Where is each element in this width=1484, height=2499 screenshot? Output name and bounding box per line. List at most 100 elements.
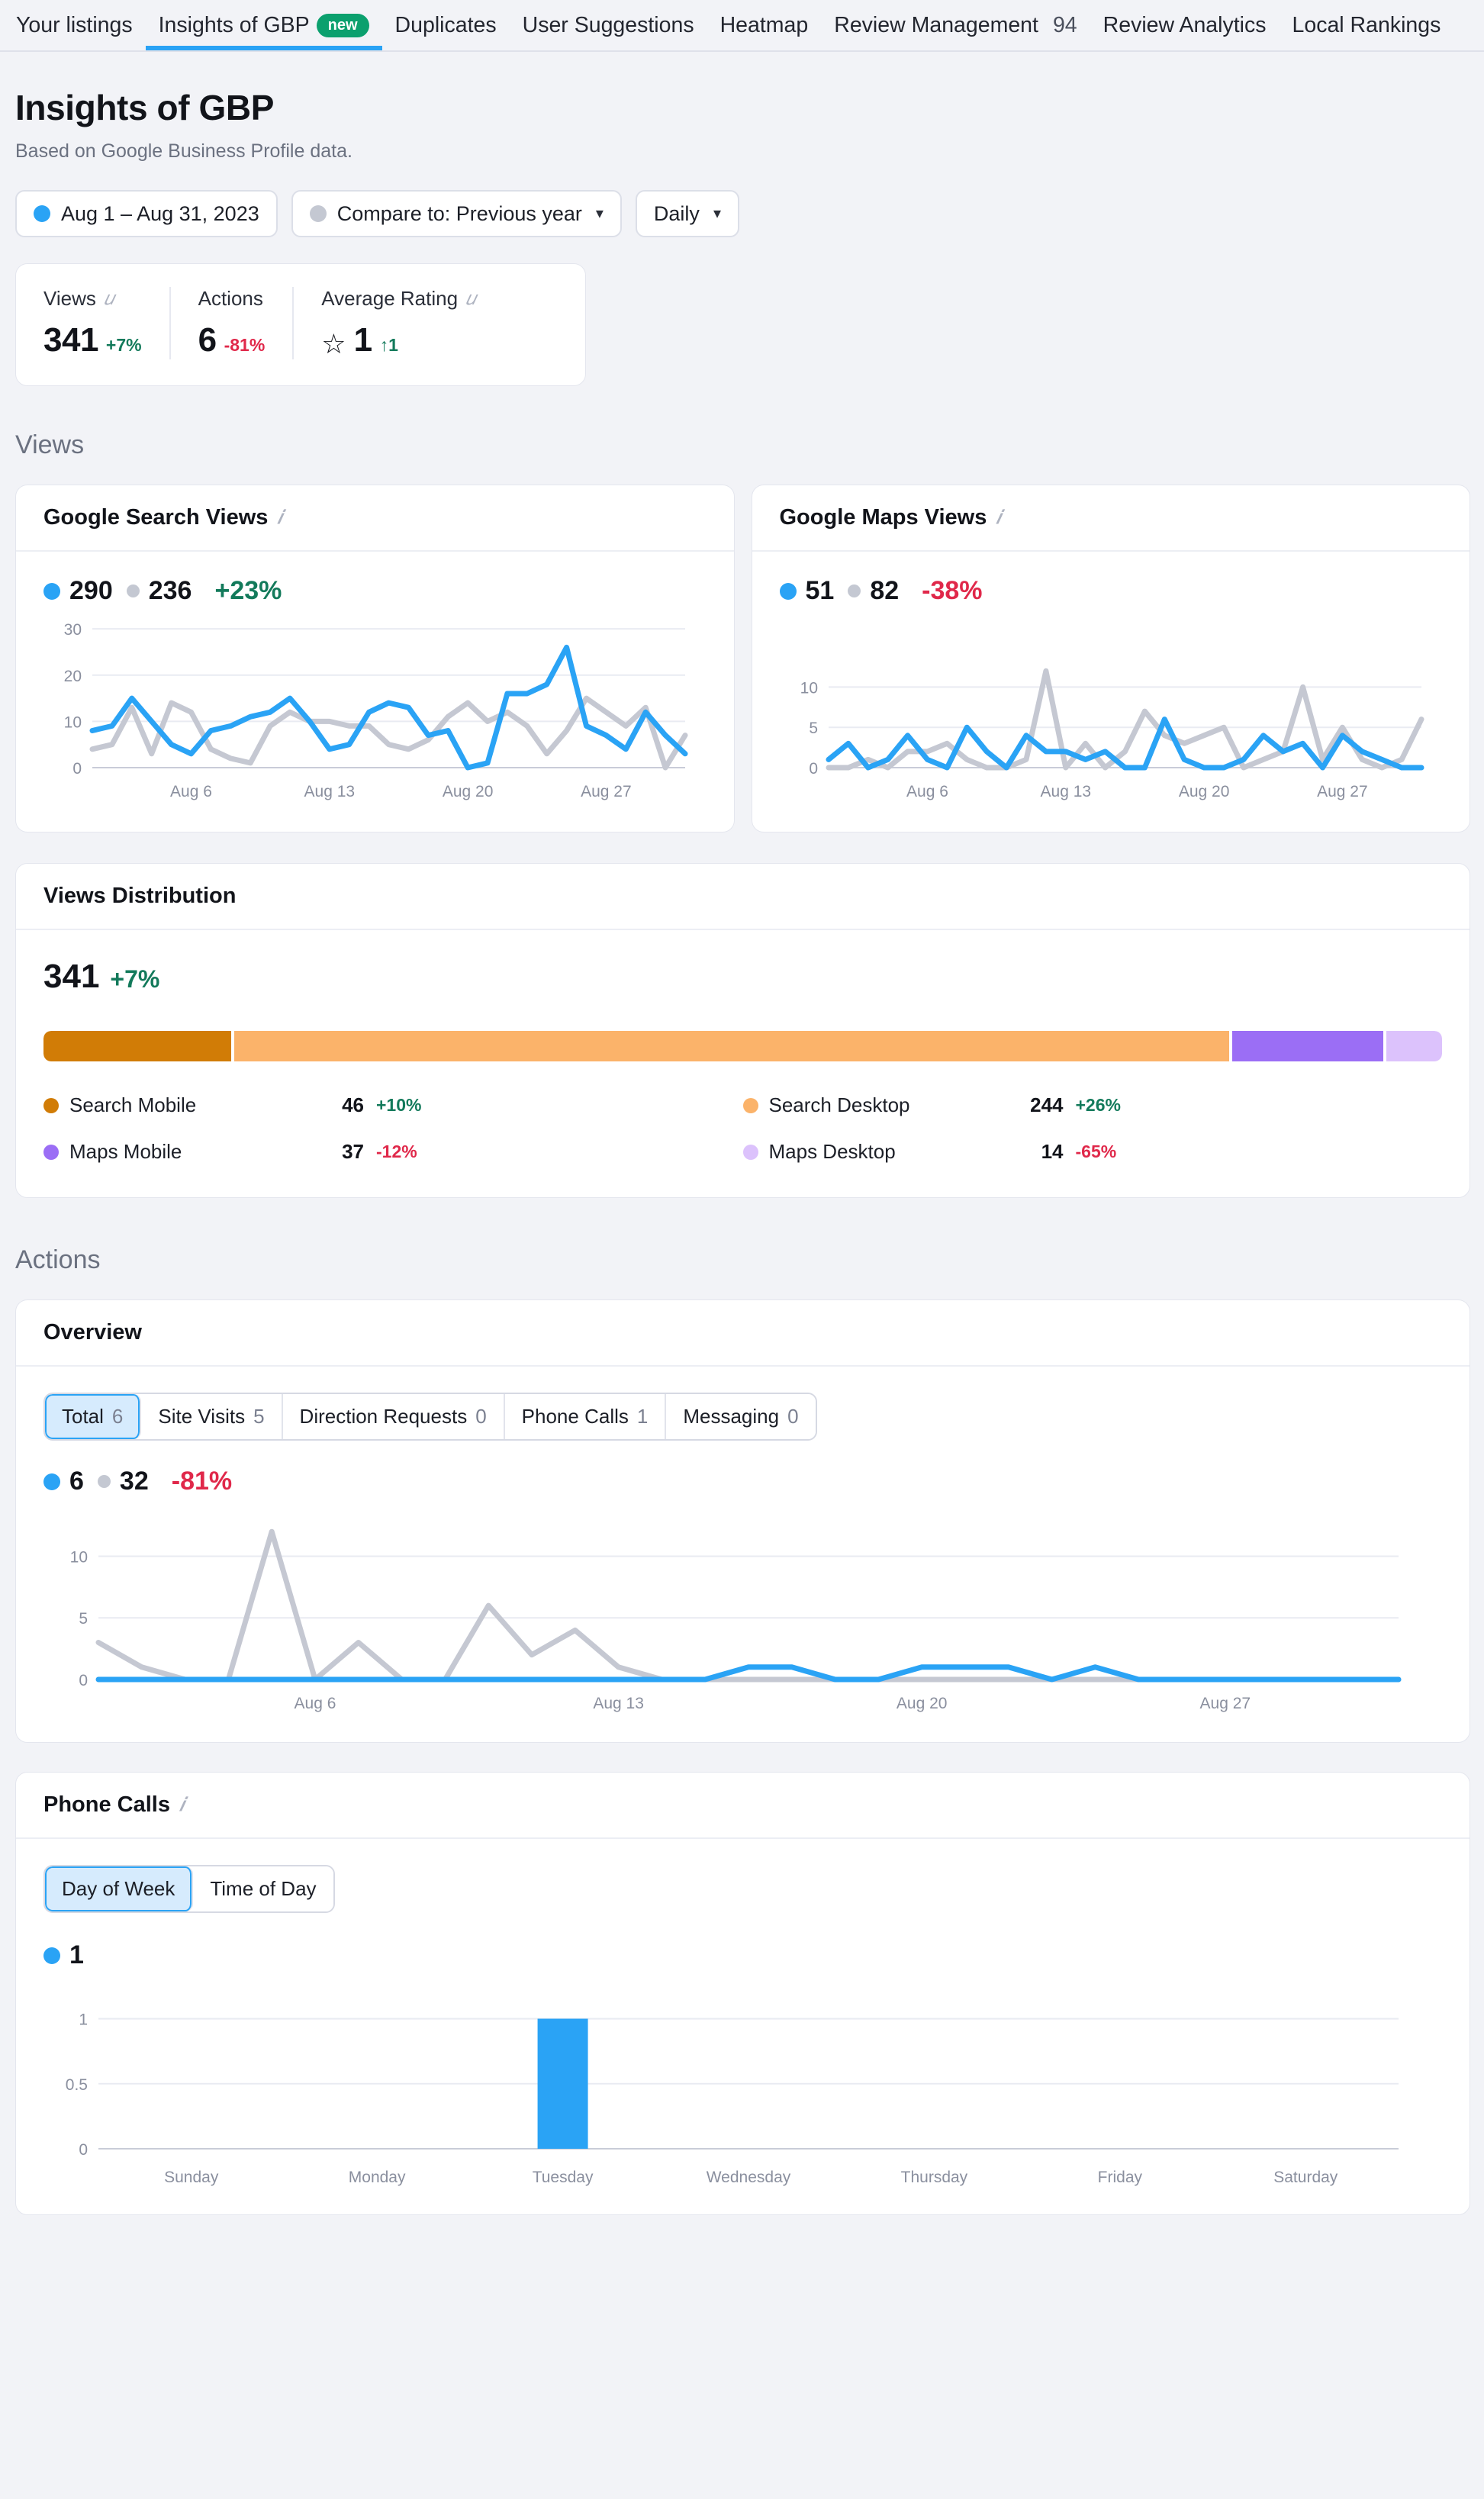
current-period-dot xyxy=(43,582,60,600)
tab-site-visits[interactable]: Site Visits 5 xyxy=(141,1394,283,1439)
nav-item-review-analytics[interactable]: Review Analytics xyxy=(1090,0,1280,50)
chart-svg-google_search_views: 0 10 20 30 Aug 6 Aug 13 Aug 20 Aug 27 xyxy=(64,621,688,800)
granularity-select[interactable]: Daily ▾ xyxy=(635,190,739,237)
kpi-label: Views 𝑢 xyxy=(43,287,142,311)
svg-text:0: 0 xyxy=(79,1672,88,1689)
svg-text:Thursday: Thursday xyxy=(901,2169,968,2186)
legend-current: 290 xyxy=(43,576,113,606)
distribution-legend-item: Maps Mobile 37 -12% xyxy=(43,1140,743,1164)
phone-calls-tab-group: Day of Week Time of Day xyxy=(43,1865,335,1913)
legend-previous: 236 xyxy=(126,576,192,606)
chevron-down-icon: ▾ xyxy=(713,205,721,222)
svg-text:20: 20 xyxy=(64,668,82,685)
svg-text:Aug 6: Aug 6 xyxy=(295,1695,336,1712)
actions-tab-group: Total 6 Site Visits 5 Direction Requests 0 Pho… xyxy=(43,1393,817,1441)
section-heading-actions: Actions xyxy=(15,1245,101,1274)
distribution-legend-value: 46 xyxy=(342,1093,364,1116)
previous-period-dot xyxy=(126,584,140,597)
nav-item-your-listings[interactable]: Your listings xyxy=(3,0,146,50)
info-icon[interactable]: 𝑖 xyxy=(277,507,282,529)
chart-legend: 1 xyxy=(43,1940,1442,1970)
insights-page: Your listings Insights of GBP new Duplicate… xyxy=(0,0,1484,2246)
distribution-segment xyxy=(1231,1031,1384,1061)
info-icon[interactable]: 𝑖 xyxy=(996,507,1001,529)
kpi-value: 6 xyxy=(198,321,217,359)
distribution-total-change: +7% xyxy=(110,965,160,993)
legend-previous-value: 82 xyxy=(870,576,900,605)
svg-text:Aug 13: Aug 13 xyxy=(304,783,356,800)
svg-text:0: 0 xyxy=(72,760,82,778)
chart-legend: 6 32 -81% xyxy=(43,1467,1442,1496)
nav-item-review-management[interactable]: Review Management 94 xyxy=(821,0,1090,50)
nav-item-duplicates[interactable]: Duplicates xyxy=(382,0,510,50)
svg-text:5: 5 xyxy=(79,1610,88,1628)
svg-text:Aug 13: Aug 13 xyxy=(1040,783,1091,800)
legend-current-value: 6 xyxy=(69,1467,84,1496)
svg-text:10: 10 xyxy=(70,1548,88,1566)
svg-text:Aug 20: Aug 20 xyxy=(897,1695,948,1712)
nav-item-user-suggestions[interactable]: User Suggestions xyxy=(510,0,707,50)
tab-phone-calls[interactable]: Phone Calls 1 xyxy=(504,1394,667,1439)
tab-label: Direction Requests xyxy=(299,1405,468,1428)
distribution-segment xyxy=(233,1031,1229,1061)
nav-item-local-rankings[interactable]: Local Rankings xyxy=(1280,0,1454,50)
card-title: Google Maps Views xyxy=(779,505,987,530)
tab-direction-requests[interactable]: Direction Requests 0 xyxy=(282,1394,505,1439)
tab-count: 0 xyxy=(475,1405,487,1428)
distribution-bar xyxy=(43,1031,1442,1061)
distribution-legend-item: Maps Desktop 14 -65% xyxy=(742,1140,1443,1164)
svg-text:Friday: Friday xyxy=(1098,2169,1143,2186)
kpi-label-text: Actions xyxy=(198,287,263,310)
svg-text:Aug 13: Aug 13 xyxy=(593,1695,644,1712)
kpi-value-row: 341 +7% xyxy=(43,321,142,359)
distribution-segment xyxy=(43,1031,231,1061)
svg-text:10: 10 xyxy=(64,713,82,731)
legend-previous: 82 xyxy=(848,576,899,606)
info-icon[interactable]: 𝑖 xyxy=(179,1795,185,1816)
star-icon: ☆ xyxy=(321,328,346,359)
kpi-label: Average Rating 𝑢 xyxy=(321,287,475,311)
current-period-dot xyxy=(34,205,50,222)
nav-item-heatmap[interactable]: Heatmap xyxy=(707,0,822,50)
kpi-label-text: Average Rating xyxy=(321,287,459,310)
nav-item-label: Local Rankings xyxy=(1292,12,1441,37)
svg-text:10: 10 xyxy=(800,679,817,697)
bar-chart-phone-calls: 0 0.5 1 Sunday Monday Tuesday Wednesday Thursda… xyxy=(43,1970,1442,2199)
legend-previous: 32 xyxy=(97,1467,149,1496)
card-title: Overview xyxy=(43,1320,142,1345)
kpi-value: 1 xyxy=(353,321,372,359)
distribution-legend-label: Search Mobile xyxy=(69,1093,197,1116)
info-icon[interactable]: 𝑢 xyxy=(104,288,114,310)
date-range-picker[interactable]: Aug 1 – Aug 31, 2023 xyxy=(15,190,278,237)
color-swatch-icon xyxy=(43,1144,59,1160)
current-period-dot xyxy=(43,1947,60,1964)
tab-total[interactable]: Total 6 xyxy=(45,1394,142,1439)
kpi-value-row: ☆ 1 ↑1 xyxy=(321,321,475,359)
legend-current: 6 xyxy=(43,1467,84,1496)
legend-current-value: 290 xyxy=(69,576,113,605)
tab-time-of-day[interactable]: Time of Day xyxy=(193,1866,333,1911)
actions-overview-card: Overview Total 6 Site Visits 5 Direction Req… xyxy=(15,1299,1470,1743)
distribution-legend-delta: -12% xyxy=(376,1142,417,1161)
tab-label: Time of Day xyxy=(210,1877,317,1900)
previous-period-dot xyxy=(848,584,861,597)
tab-label: Phone Calls xyxy=(521,1405,629,1428)
svg-text:Wednesday: Wednesday xyxy=(707,2169,791,2186)
tab-label: Total xyxy=(62,1405,104,1428)
tab-day-of-week[interactable]: Day of Week xyxy=(45,1866,194,1911)
tab-messaging[interactable]: Messaging 0 xyxy=(666,1394,816,1439)
legend-current: 51 xyxy=(779,576,834,606)
info-icon[interactable]: 𝑢 xyxy=(465,288,475,310)
distribution-segment xyxy=(1386,1031,1442,1061)
distribution-legend-value: 37 xyxy=(342,1140,364,1163)
page-title: Insights of GBP xyxy=(15,88,275,127)
chart-svg-google_maps_views: 0 5 10 Aug 6 Aug 13 Aug 20 Aug 27 xyxy=(800,668,1424,800)
compare-period-select[interactable]: Compare to: Previous year ▾ xyxy=(291,190,622,237)
tab-count: 5 xyxy=(253,1405,265,1428)
color-swatch-icon xyxy=(742,1097,758,1113)
kpi-delta: +7% xyxy=(105,335,142,355)
line-chart-google-search-views: 0 10 20 30 Aug 6 Aug 13 Aug 20 Aug 27 xyxy=(43,606,707,812)
nav-item-insights-of-gbp[interactable]: Insights of GBP new xyxy=(146,0,382,50)
kpi-value: 341 xyxy=(43,321,98,359)
date-range-label: Aug 1 – Aug 31, 2023 xyxy=(61,201,259,225)
